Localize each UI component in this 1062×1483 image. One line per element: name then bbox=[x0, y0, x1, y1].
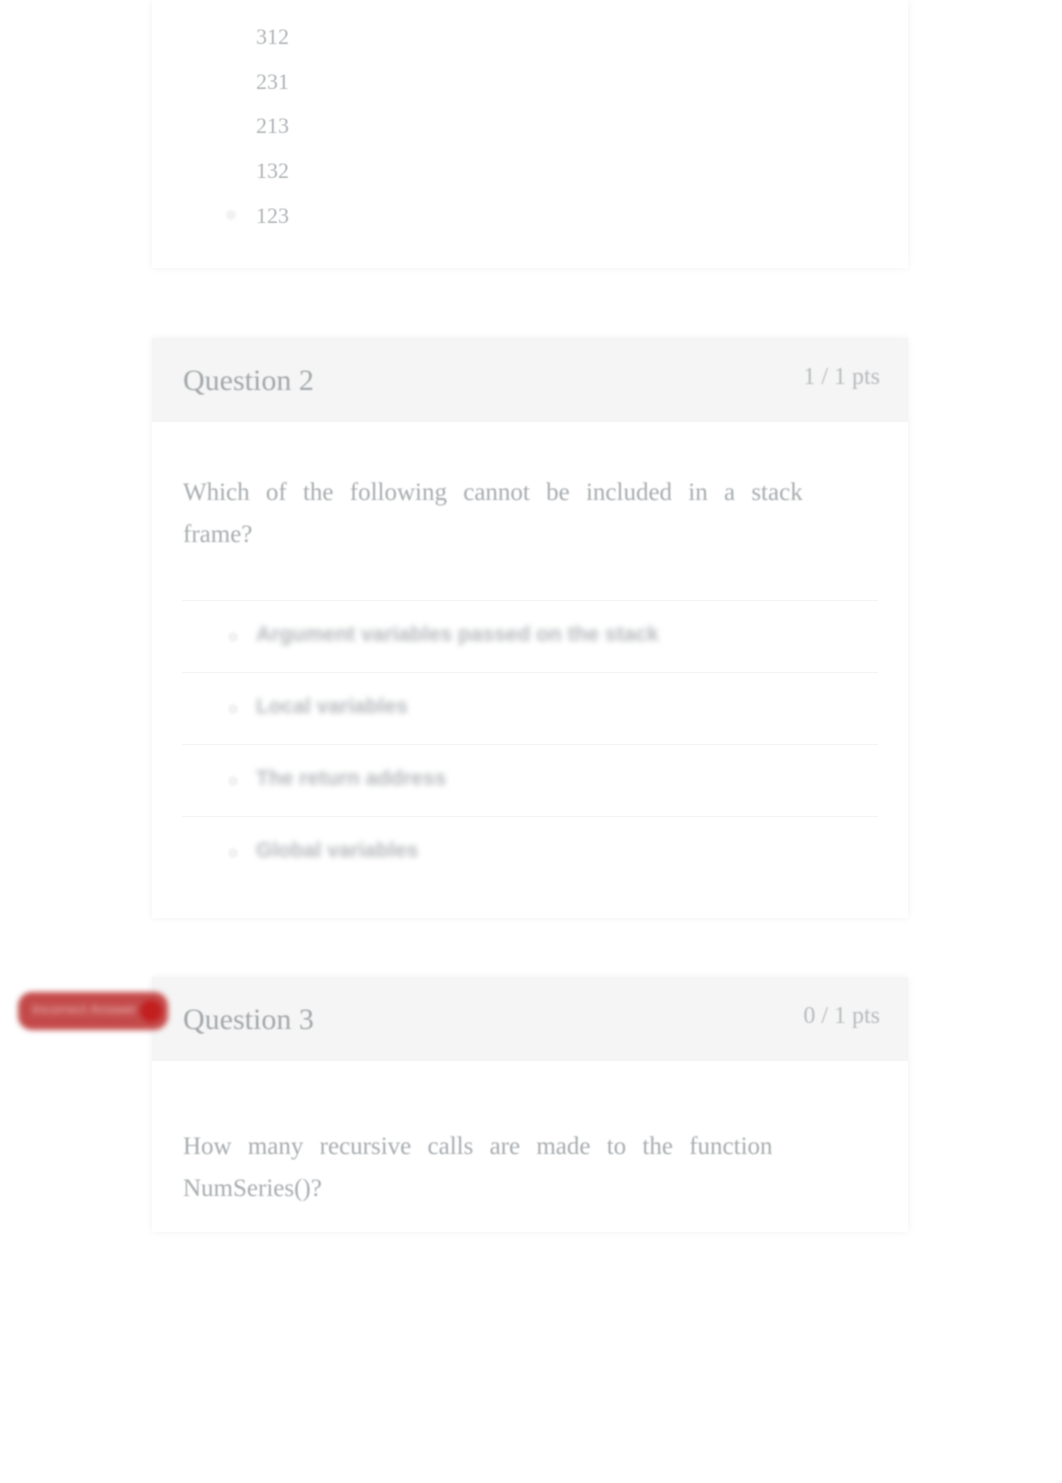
answer-option[interactable]: Argument variables passed on the stack bbox=[182, 600, 878, 673]
question-3-card: Question 3 0 / 1 pts How many recursive … bbox=[152, 977, 908, 1232]
answer-label: Argument variables passed on the stack bbox=[256, 623, 659, 646]
question-text: Which of the following cannot be include… bbox=[183, 479, 803, 548]
question-2-card: Question 2 1 / 1 pts Which of the follow… bbox=[152, 338, 908, 918]
answer-option[interactable]: The return address bbox=[182, 744, 878, 817]
answer-label: Local variables bbox=[256, 695, 408, 718]
q1-option-2[interactable]: 231 bbox=[256, 69, 289, 95]
answer-option[interactable]: Local variables bbox=[182, 672, 878, 745]
question-points: 0 / 1 pts bbox=[803, 1003, 880, 1029]
tag-label: Incorrect Answer bbox=[32, 1001, 137, 1017]
q1-option-5[interactable]: 123 bbox=[256, 203, 289, 229]
radio-button[interactable] bbox=[228, 776, 238, 786]
q1-radio-5[interactable] bbox=[226, 210, 236, 220]
tag-arrow-icon bbox=[140, 1000, 162, 1022]
question-text: How many recursive calls are made to the… bbox=[183, 1133, 773, 1202]
question-title: Question 2 bbox=[183, 364, 314, 397]
answer-label: Global variables bbox=[256, 839, 419, 862]
answer-label: The return address bbox=[256, 767, 447, 790]
incorrect-answer-tag: Incorrect Answer bbox=[18, 992, 168, 1030]
question-title: Question 3 bbox=[183, 1003, 314, 1036]
q1-option-3[interactable]: 213 bbox=[256, 113, 289, 139]
question-points: 1 / 1 pts bbox=[803, 364, 880, 390]
q1-option-1[interactable]: 312 bbox=[256, 24, 289, 50]
q1-option-4[interactable]: 132 bbox=[256, 158, 289, 184]
radio-button[interactable] bbox=[228, 704, 238, 714]
radio-button[interactable] bbox=[228, 632, 238, 642]
question-3-header: Question 3 0 / 1 pts bbox=[152, 977, 908, 1061]
answer-option[interactable]: Global variables bbox=[182, 816, 878, 889]
question-2-header: Question 2 1 / 1 pts bbox=[152, 338, 908, 422]
radio-button[interactable] bbox=[228, 848, 238, 858]
